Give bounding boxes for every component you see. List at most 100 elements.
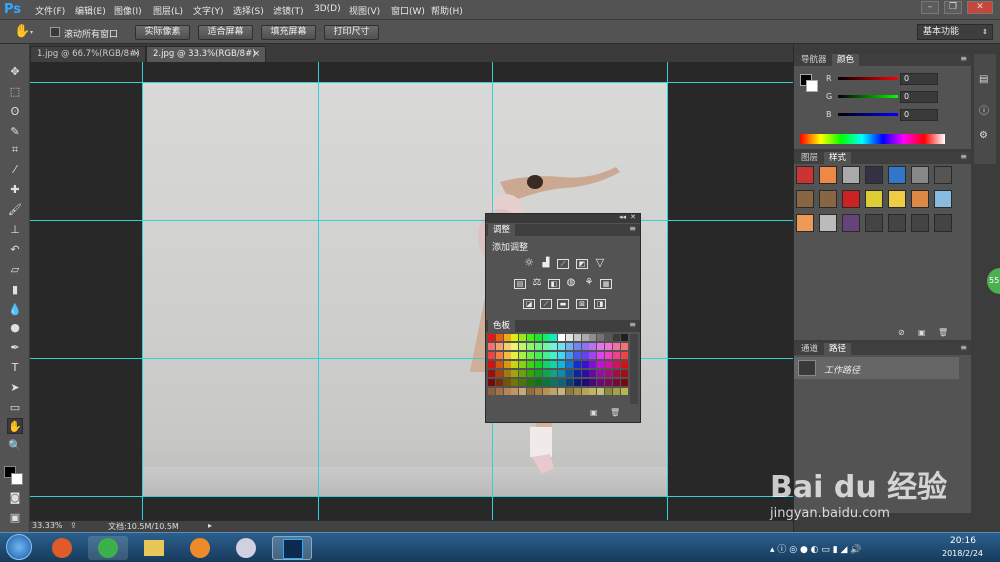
tab-swatches[interactable]: 色板 [488,320,516,332]
blur-tool-icon[interactable]: 💧 [7,302,23,318]
move-tool-icon[interactable]: ✥ [7,64,23,80]
swatch-grid[interactable] [488,334,630,404]
close-icon[interactable]: ✕ [630,213,636,221]
swatch-cell[interactable] [581,334,589,341]
menu-view[interactable]: 视图(V) [349,4,380,17]
tab-color[interactable]: 颜色 [832,54,860,66]
zoom-level[interactable]: 33.33% [32,521,63,530]
workspace-select[interactable]: 基本功能 ⇕ [917,24,993,40]
swatch-cell[interactable] [534,370,542,377]
style-preset[interactable] [865,166,883,184]
swatch-cell[interactable] [542,343,550,350]
swatch-cell[interactable] [581,361,589,368]
screen-mode-icon[interactable]: ▣ [7,510,23,526]
swatch-cell[interactable] [581,352,589,359]
taskbar-explorer-icon[interactable] [134,536,174,560]
swatch-cell[interactable] [566,370,573,377]
style-preset[interactable] [796,214,814,232]
style-grid[interactable] [796,166,961,236]
fill-screen-button[interactable]: 填充屏幕 [261,25,316,40]
new-style-icon[interactable]: ▣ [918,328,926,337]
hand-tool-icon[interactable]: ✋ [14,24,30,39]
swatch-cell[interactable] [511,343,519,350]
style-preset[interactable] [796,190,814,208]
swatch-cell[interactable] [488,379,495,386]
swatch-cell[interactable] [573,343,581,350]
swatch-cell[interactable] [589,334,597,341]
panel-menu-icon[interactable]: ≡ [960,343,967,352]
fit-screen-button[interactable]: 适合屏幕 [198,25,253,40]
swatch-cell[interactable] [589,352,597,359]
swatch-cell[interactable] [527,379,534,386]
swatch-cell[interactable] [550,361,558,368]
lasso-tool-icon[interactable]: ʘ [7,104,23,120]
quick-select-tool-icon[interactable]: ✎ [7,124,23,140]
swatch-cell[interactable] [511,379,519,386]
style-preset[interactable] [934,166,952,184]
swatch-cell[interactable] [605,361,612,368]
swatch-cell[interactable] [566,361,573,368]
swatch-cell[interactable] [511,361,519,368]
trash-icon[interactable]: 🗑 [610,408,620,417]
swatch-cell[interactable] [566,352,573,359]
eyedropper-tool-icon[interactable]: ⁄ [7,162,23,178]
swatch-cell[interactable] [597,379,605,386]
swatch-cell[interactable] [534,388,542,395]
swatch-cell[interactable] [573,361,581,368]
style-preset[interactable] [934,214,952,232]
swatch-cell[interactable] [519,343,527,350]
g-slider[interactable] [838,95,898,98]
info-icon[interactable]: ⓘ [979,102,989,117]
b-slider[interactable] [838,113,898,116]
swatch-cell[interactable] [620,352,628,359]
zoom-tool-icon[interactable]: 🔍 [7,438,23,454]
color-balance-icon[interactable]: ⚖ [531,278,543,289]
taskbar-tool-icon[interactable] [226,536,266,560]
swatch-cell[interactable] [558,388,566,395]
style-preset[interactable] [865,190,883,208]
menu-window[interactable]: 窗口(W) [391,4,425,17]
swatch-cell[interactable] [495,370,503,377]
gradient-tool-icon[interactable]: ▮ [7,282,23,298]
swatch-cell[interactable] [620,379,628,386]
swatch-cell[interactable] [558,352,566,359]
swatch-cell[interactable] [527,343,534,350]
swatch-cell[interactable] [605,388,612,395]
path-row[interactable]: 工作路径 [794,357,959,379]
swatch-cell[interactable] [558,334,566,341]
swatch-cell[interactable] [620,334,628,341]
swatch-cell[interactable] [558,379,566,386]
swatch-cell[interactable] [542,361,550,368]
scroll-all-checkbox[interactable] [50,27,60,37]
swatch-cell[interactable] [527,361,534,368]
swatch-cell[interactable] [527,352,534,359]
properties-icon[interactable]: ⚙ [979,130,988,141]
swatch-cell[interactable] [550,334,558,341]
swatch-cell[interactable] [612,379,620,386]
taskbar-browser-icon[interactable] [180,536,220,560]
swatch-scrollbar[interactable] [630,334,638,404]
swatch-cell[interactable] [488,334,495,341]
swatch-cell[interactable] [550,343,558,350]
swatch-cell[interactable] [573,334,581,341]
swatch-cell[interactable] [550,370,558,377]
swatch-cell[interactable] [620,343,628,350]
style-preset[interactable] [796,166,814,184]
guide-line[interactable] [30,82,793,83]
swatch-cell[interactable] [558,370,566,377]
guide-line[interactable] [318,62,319,520]
swatch-cell[interactable] [612,343,620,350]
channel-mixer-icon[interactable]: ⚘ [583,278,595,289]
style-preset[interactable] [888,190,906,208]
swatch-cell[interactable] [503,343,511,350]
swatch-cell[interactable] [534,334,542,341]
swatch-cell[interactable] [488,343,495,350]
threshold-icon[interactable]: ▬ [557,299,569,309]
style-preset[interactable] [911,166,929,184]
swatch-cell[interactable] [488,388,495,395]
type-tool-icon[interactable]: T [7,360,23,376]
swatch-cell[interactable] [527,388,534,395]
close-icon[interactable]: × [253,47,260,61]
swatch-cell[interactable] [597,370,605,377]
canvas-area[interactable] [30,62,793,520]
